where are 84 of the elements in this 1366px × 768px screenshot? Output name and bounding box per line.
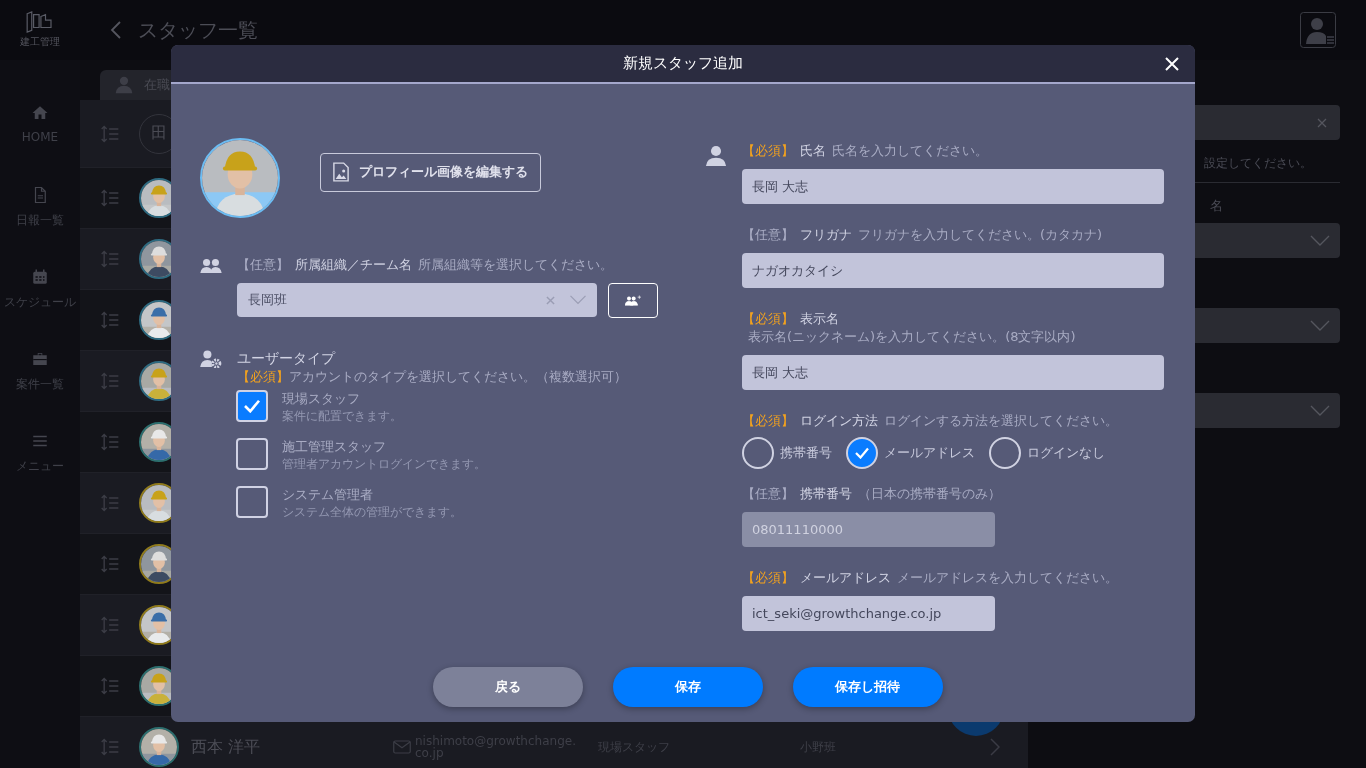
sort-icon[interactable] [100,737,120,757]
nav-calendar-icon [31,268,49,286]
option-label: 携帯番号 [780,444,832,462]
hint-text: ログインする方法を選択してください。 [884,412,1118,430]
primary-button[interactable]: 保存し招待 [792,667,943,707]
field-label: 氏名 [800,142,826,160]
optional-tag: 【任意】 [742,485,794,503]
checkbox[interactable] [236,390,268,422]
sort-icon[interactable] [100,432,120,452]
check-icon [243,399,261,413]
required-tag: 【必須】 [742,310,794,328]
group-add-icon [625,295,641,306]
sort-icon[interactable] [100,371,120,391]
radio-button[interactable] [989,437,1021,469]
mail-icon [393,740,411,754]
field-label: 所属組織／チーム名 [295,256,412,274]
image-icon [333,162,349,182]
required-tag: 【必須】 [742,569,794,587]
field-label: ログイン方法 [800,412,878,430]
sort-icon[interactable] [100,676,120,696]
sort-icon[interactable] [100,188,120,208]
hint-text: 所属組織等を選択してください。 [418,256,613,274]
logo-icon [25,11,55,33]
option-label: メールアドレス [884,444,975,462]
hint-text: 表示名(ニックネーム)を入力してください。(8文字以内) [748,328,1076,346]
sort-icon[interactable] [100,123,120,144]
input-field[interactable]: ナガオカタイシ [742,253,1164,288]
user-settings-icon [200,350,222,368]
field-label: メールアドレス [800,569,891,587]
section-title: ユーザータイプ [237,349,337,368]
radio-button[interactable] [846,437,878,469]
back-button[interactable]: 戻る [432,667,583,707]
team-select[interactable]: 長岡班 [237,283,597,317]
person-icon [705,145,727,167]
field-label: 表示名 [800,310,839,328]
option-label: 施工管理スタッフ [282,438,387,456]
chevron-right-icon[interactable] [990,738,1000,756]
chevron-down-icon [1310,234,1330,247]
logo-text: 建工管理 [20,35,60,49]
nav-briefcase-icon [31,350,49,368]
sort-icon[interactable] [100,554,120,574]
sort-icon[interactable] [100,310,120,330]
optional-tag: 【任意】 [237,256,289,274]
option-label: 現場スタッフ [282,390,361,408]
sort-icon[interactable] [100,249,120,269]
required-tag: 【必須】 [237,368,289,386]
check-icon [854,447,870,459]
add-group-button[interactable] [608,283,658,318]
hint-text: 氏名を入力してください。 [832,142,988,160]
clear-icon[interactable] [1317,117,1327,128]
hint-text: アカウントのタイプを選択してください。（複数選択可） [289,368,627,386]
page-title: スタッフ一覧 [138,16,258,44]
field-label: フリガナ [800,226,852,244]
people-icon [200,258,222,274]
field-label: 名 [1209,197,1224,215]
back-icon[interactable] [110,20,122,40]
edit-profile-image-button[interactable]: プロフィール画像を編集する [320,152,541,192]
close-icon[interactable] [1165,57,1179,71]
person-icon [114,75,134,95]
required-tag: 【必須】 [742,142,794,160]
field-label: 携帯番号 [800,485,852,503]
option-label: システム管理者 [282,486,374,504]
hint-text: フリガナを入力してください。(カタカナ) [858,226,1103,244]
hint-text: メールアドレスを入力してください。 [897,569,1118,587]
checkbox[interactable] [236,438,268,470]
input-field[interactable]: 長岡 大志 [742,169,1164,204]
chevron-down-icon [1310,404,1330,417]
option-label: ログインなし [1027,444,1105,462]
input-field[interactable]: ict_seki@growthchange.co.jp [742,596,995,631]
chevron-down-icon[interactable] [569,295,587,305]
sort-icon[interactable] [100,615,120,635]
radio-button[interactable] [742,437,774,469]
required-tag: 【必須】 [742,412,794,430]
chevron-down-icon [1310,319,1330,332]
checkbox[interactable] [236,486,268,518]
sort-icon[interactable] [100,493,120,513]
input-field[interactable]: 長岡 大志 [742,355,1164,390]
dialog-title: 新規スタッフ追加 [623,54,743,73]
user-profile-icon[interactable] [1300,12,1336,48]
nav-home-icon [31,104,49,122]
optional-tag: 【任意】 [742,226,794,244]
hint-text: （日本の携帯番号のみ） [858,485,1001,503]
clear-icon[interactable] [546,295,555,305]
primary-button[interactable]: 保存 [612,667,763,707]
